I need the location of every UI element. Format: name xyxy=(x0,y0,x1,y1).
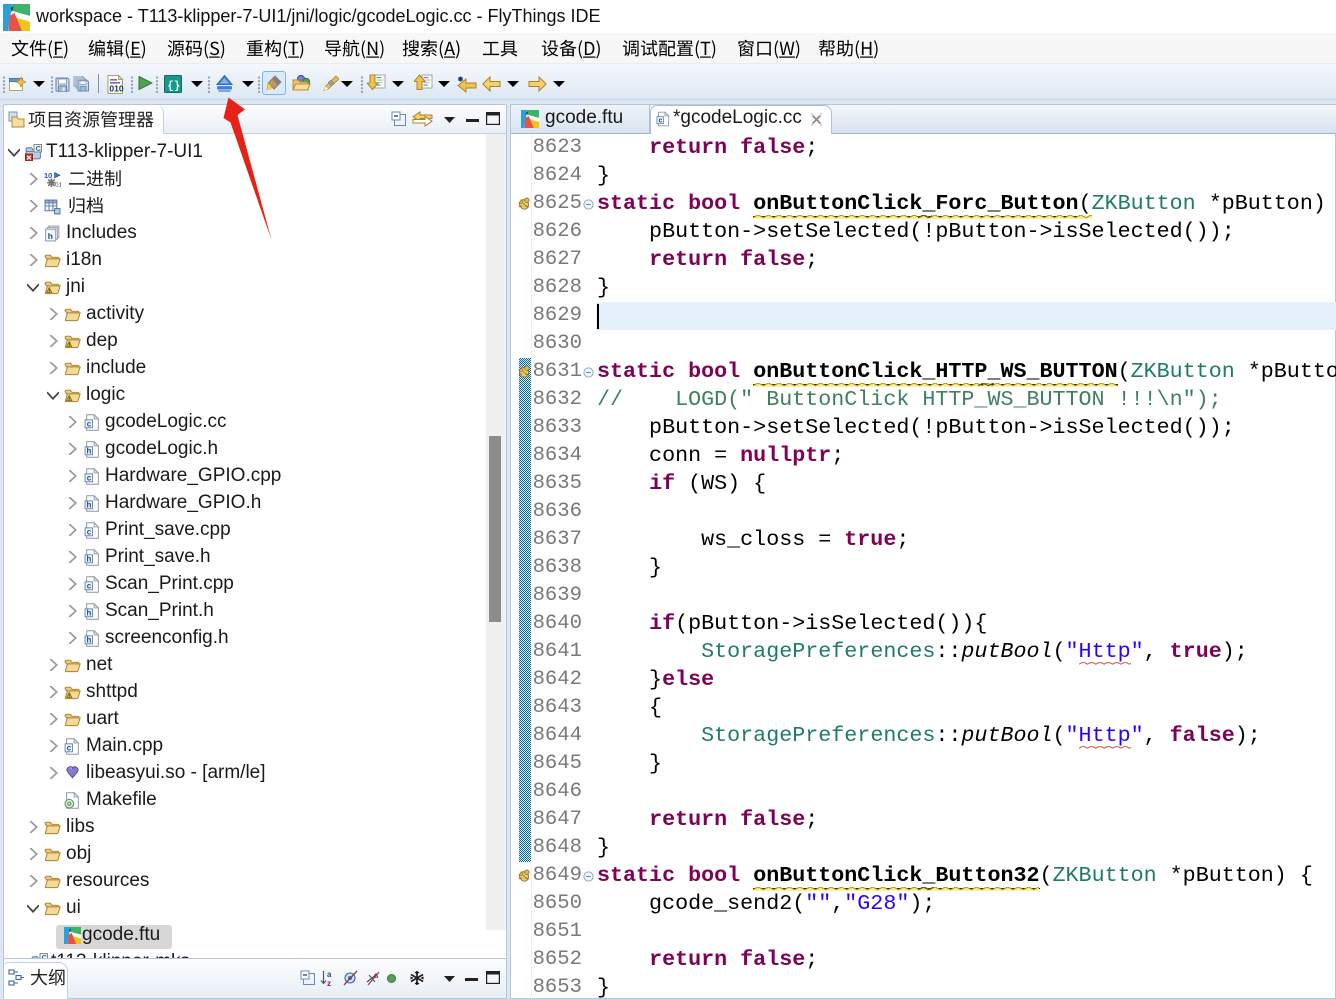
svg-text:a: a xyxy=(327,970,332,979)
svg-text:010: 010 xyxy=(109,84,123,94)
svg-text:z: z xyxy=(327,979,331,987)
svg-text:{}: {} xyxy=(167,81,180,93)
